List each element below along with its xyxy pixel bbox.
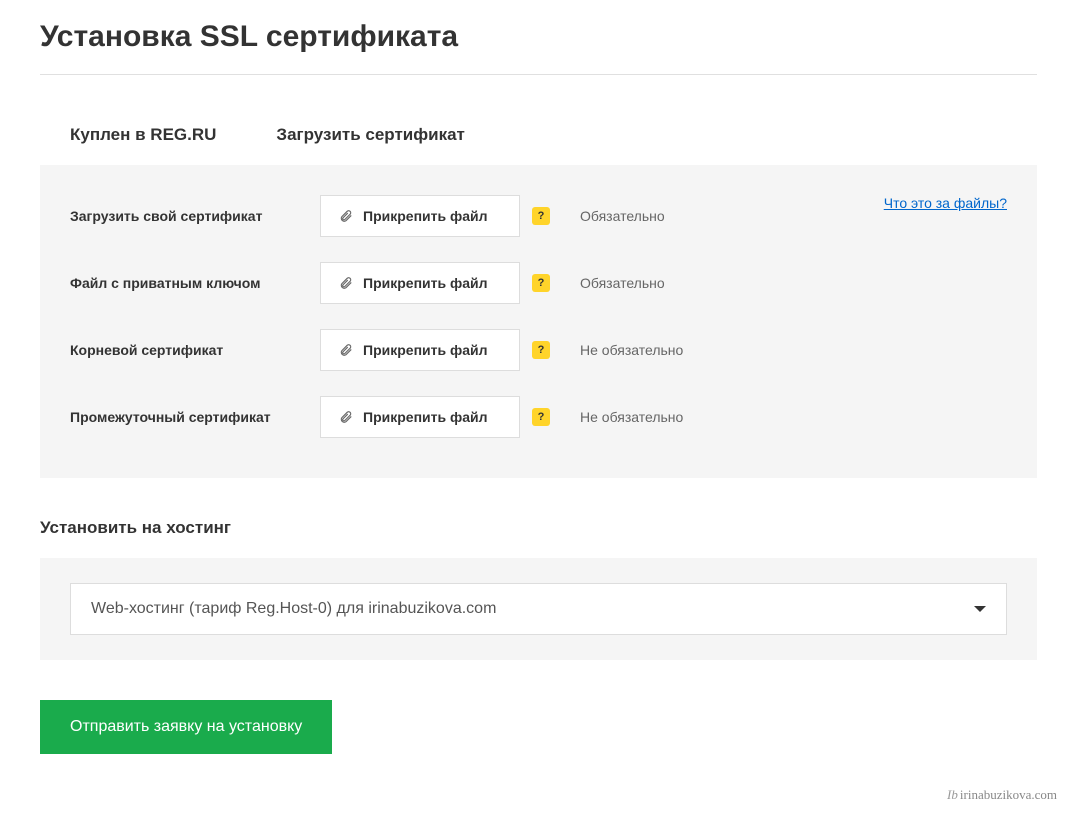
attach-label: Прикрепить файл (363, 208, 488, 224)
paperclip-icon (339, 410, 353, 424)
row-root-certificate: Корневой сертификат Прикрепить файл ? Не… (70, 329, 1007, 371)
hosting-select[interactable]: Web-хостинг (тариф Reg.Host-0) для irina… (70, 583, 1007, 635)
label-own-certificate: Загрузить свой сертификат (70, 208, 320, 224)
row-private-key: Файл с приватным ключом Прикрепить файл … (70, 262, 1007, 304)
paperclip-icon (339, 209, 353, 223)
hint-required: Обязательно (580, 208, 665, 224)
label-intermediate-certificate: Промежуточный сертификат (70, 409, 320, 425)
hint-optional: Не обязательно (580, 342, 683, 358)
attach-label: Прикрепить файл (363, 342, 488, 358)
attach-private-key-button[interactable]: Прикрепить файл (320, 262, 520, 304)
chevron-down-icon (974, 606, 986, 612)
tab-bought-regru[interactable]: Куплен в REG.RU (40, 105, 246, 165)
watermark-initial: Ib (947, 787, 958, 802)
attach-root-certificate-button[interactable]: Прикрепить файл (320, 329, 520, 371)
submit-button[interactable]: Отправить заявку на установку (40, 700, 332, 754)
attach-label: Прикрепить файл (363, 409, 488, 425)
paperclip-icon (339, 343, 353, 357)
page-title: Установка SSL сертификата (40, 20, 1037, 54)
watermark-text: irinabuzikova.com (960, 787, 1057, 802)
divider (40, 74, 1037, 75)
label-root-certificate: Корневой сертификат (70, 342, 320, 358)
help-icon[interactable]: ? (532, 207, 550, 225)
hint-required: Обязательно (580, 275, 665, 291)
help-icon[interactable]: ? (532, 274, 550, 292)
attach-intermediate-certificate-button[interactable]: Прикрепить файл (320, 396, 520, 438)
row-own-certificate: Загрузить свой сертификат Прикрепить фай… (70, 195, 1007, 237)
upload-form-panel: Что это за файлы? Загрузить свой сертифи… (40, 165, 1037, 478)
hint-optional: Не обязательно (580, 409, 683, 425)
help-icon[interactable]: ? (532, 408, 550, 426)
help-link-what-files[interactable]: Что это за файлы? (884, 195, 1007, 211)
attach-own-certificate-button[interactable]: Прикрепить файл (320, 195, 520, 237)
paperclip-icon (339, 276, 353, 290)
attach-label: Прикрепить файл (363, 275, 488, 291)
hosting-panel: Web-хостинг (тариф Reg.Host-0) для irina… (40, 558, 1037, 660)
label-private-key: Файл с приватным ключом (70, 275, 320, 291)
hosting-section-title: Установить на хостинг (40, 518, 1037, 538)
watermark: Ibirinabuzikova.com (947, 787, 1057, 803)
hosting-select-value: Web-хостинг (тариф Reg.Host-0) для irina… (91, 600, 496, 618)
row-intermediate-certificate: Промежуточный сертификат Прикрепить файл… (70, 396, 1007, 438)
tabs-container: Куплен в REG.RU Загрузить сертификат (40, 105, 1037, 165)
tab-upload-certificate[interactable]: Загрузить сертификат (246, 105, 494, 165)
help-icon[interactable]: ? (532, 341, 550, 359)
